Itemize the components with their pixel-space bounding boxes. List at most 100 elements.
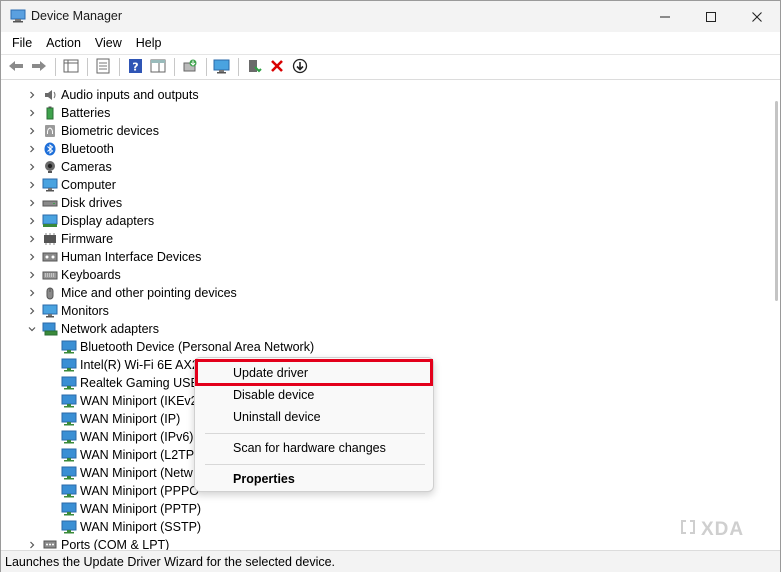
- tree-node[interactable]: WAN Miniport (L2TP: [45, 446, 194, 464]
- enable-device-toolbar-button[interactable]: [243, 57, 265, 77]
- network-adapter-icon: [61, 519, 77, 535]
- uninstall-icon: [270, 59, 284, 76]
- tree-node[interactable]: Bluetooth: [26, 140, 114, 158]
- tree-node[interactable]: Realtek Gaming USB: [45, 374, 199, 392]
- properties-button[interactable]: [92, 57, 114, 77]
- forward-button[interactable]: [28, 57, 50, 77]
- tree-node-label: Bluetooth: [61, 142, 114, 156]
- chevron-right-icon[interactable]: [26, 86, 38, 104]
- menu-disable-device[interactable]: Disable device: [199, 384, 429, 406]
- chevron-right-icon[interactable]: [26, 194, 38, 212]
- tree-node-label: WAN Miniport (PPTP): [80, 502, 202, 516]
- tree-node-label: Bluetooth Device (Personal Area Network): [80, 340, 315, 354]
- chevron-right-icon[interactable]: [26, 140, 38, 158]
- tree-node[interactable]: Keyboards: [26, 266, 121, 284]
- status-bar: Launches the Update Driver Wizard for th…: [1, 550, 780, 572]
- vertical-scrollbar[interactable]: [774, 81, 780, 551]
- menu-action[interactable]: Action: [39, 36, 88, 50]
- tree-node[interactable]: Disk drives: [26, 194, 122, 212]
- tree-node[interactable]: Human Interface Devices: [26, 248, 201, 266]
- tree-node[interactable]: WAN Miniport (PPPO: [45, 482, 199, 500]
- maximize-button[interactable]: [688, 1, 734, 32]
- toolbar-separator: [206, 58, 207, 76]
- tree-node[interactable]: Mice and other pointing devices: [26, 284, 237, 302]
- disable-device-toolbar-button[interactable]: [289, 57, 311, 77]
- chevron-right-icon[interactable]: [26, 266, 38, 284]
- chevron-right-icon[interactable]: [26, 212, 38, 230]
- close-button[interactable]: [734, 1, 780, 32]
- tree-node[interactable]: Intel(R) Wi-Fi 6E AX2: [45, 356, 199, 374]
- tree-node[interactable]: Network adapters: [26, 320, 159, 338]
- chevron-right-icon[interactable]: [26, 248, 38, 266]
- chevron-right-icon[interactable]: [26, 302, 38, 320]
- tree-node-label: WAN Miniport (PPPO: [80, 484, 200, 498]
- show-hide-console-tree-button[interactable]: [60, 57, 82, 77]
- tree-node-label: Mice and other pointing devices: [61, 286, 237, 300]
- tree-node[interactable]: WAN Miniport (IKEv2: [45, 392, 198, 410]
- tree-node-label: Cameras: [61, 160, 112, 174]
- chevron-right-icon[interactable]: [26, 230, 38, 248]
- menu-help[interactable]: Help: [129, 36, 169, 50]
- tree-node[interactable]: Audio inputs and outputs: [26, 86, 199, 104]
- title-bar[interactable]: Device Manager: [1, 1, 780, 32]
- tree-node[interactable]: WAN Miniport (IP): [45, 410, 180, 428]
- menu-properties[interactable]: Properties: [199, 468, 429, 490]
- toolbar-separator: [55, 58, 56, 76]
- network-adapter-icon: [61, 339, 77, 355]
- update-driver-toolbar-button[interactable]: [179, 57, 201, 77]
- properties-icon: [96, 58, 110, 77]
- menu-view[interactable]: View: [88, 36, 129, 50]
- tree-node[interactable]: WAN Miniport (Netw: [45, 464, 193, 482]
- forward-arrow-icon: [31, 59, 47, 76]
- tree-node[interactable]: Cameras: [26, 158, 112, 176]
- chevron-right-icon[interactable]: [26, 104, 38, 122]
- back-button[interactable]: [5, 57, 27, 77]
- help-button[interactable]: ?: [124, 57, 146, 77]
- tree-node-label: Display adapters: [61, 214, 155, 228]
- tree-node-label: Keyboards: [61, 268, 121, 282]
- hid-icon: [42, 249, 58, 265]
- menu-file[interactable]: File: [5, 36, 39, 50]
- tree-node[interactable]: WAN Miniport (IPv6): [45, 428, 193, 446]
- scan-hardware-toolbar-button[interactable]: [211, 57, 233, 77]
- keyboard-icon: [42, 267, 58, 283]
- fingerprint-icon: [42, 123, 58, 139]
- action-pane-button[interactable]: [147, 57, 169, 77]
- chevron-right-icon[interactable]: [26, 536, 38, 550]
- chevron-right-icon[interactable]: [26, 176, 38, 194]
- xda-watermark-text: XDA: [701, 519, 745, 540]
- disable-device-icon: [292, 58, 308, 77]
- tree-node[interactable]: WAN Miniport (SSTP): [45, 518, 201, 536]
- tree-node[interactable]: WAN Miniport (PPTP): [45, 500, 201, 518]
- display-adapter-icon: [42, 213, 58, 229]
- tree-node[interactable]: Firmware: [26, 230, 113, 248]
- menu-scan-hardware-changes[interactable]: Scan for hardware changes: [199, 437, 429, 459]
- toolbar-separator: [238, 58, 239, 76]
- tree-node[interactable]: Ports (COM & LPT): [26, 536, 169, 550]
- battery-icon: [42, 105, 58, 121]
- disk-icon: [42, 195, 58, 211]
- chevron-right-icon[interactable]: [26, 158, 38, 176]
- tree-node[interactable]: Batteries: [26, 104, 110, 122]
- network-adapter-icon: [61, 375, 77, 391]
- tree-node[interactable]: Display adapters: [26, 212, 154, 230]
- scrollbar-thumb[interactable]: [775, 101, 778, 301]
- tree-node-label: Audio inputs and outputs: [61, 88, 199, 102]
- tree-node[interactable]: Bluetooth Device (Personal Area Network): [45, 338, 314, 356]
- chevron-down-icon[interactable]: [26, 320, 38, 338]
- minimize-button[interactable]: [642, 1, 688, 32]
- chevron-right-icon[interactable]: [26, 284, 38, 302]
- tree-node-label: Human Interface Devices: [61, 250, 202, 264]
- chevron-right-icon[interactable]: [26, 122, 38, 140]
- menu-uninstall-device[interactable]: Uninstall device: [199, 406, 429, 428]
- tree-node[interactable]: Computer: [26, 176, 116, 194]
- tree-node[interactable]: Monitors: [26, 302, 109, 320]
- uninstall-toolbar-button[interactable]: [266, 57, 288, 77]
- tree-node[interactable]: Biometric devices: [26, 122, 159, 140]
